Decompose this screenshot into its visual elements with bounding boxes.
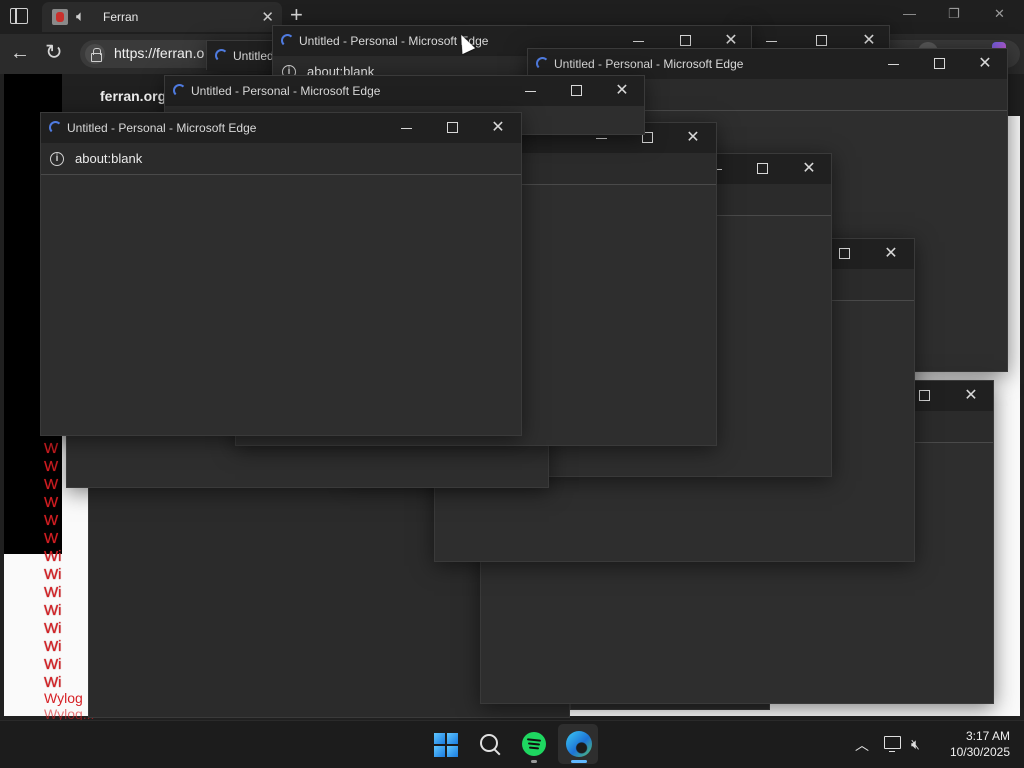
running-indicator <box>531 760 537 763</box>
popup-title: Untitled - Personal - Microsoft Edge <box>554 57 744 71</box>
close-icon[interactable]: ✕ <box>794 159 824 179</box>
minimize-icon[interactable] <box>391 118 421 138</box>
minimize-icon[interactable] <box>878 54 908 74</box>
close-icon[interactable]: ✕ <box>607 81 637 101</box>
close-icon[interactable]: ✕ <box>970 54 1000 74</box>
close-icon[interactable]: ✕ <box>994 6 1005 22</box>
chevron-up-icon[interactable]: ︿ <box>855 735 869 755</box>
list-item: Wi <box>44 638 62 655</box>
loading-spinner-icon <box>281 34 294 47</box>
tab-close-icon[interactable]: ✕ <box>261 8 274 26</box>
loading-spinner-icon <box>536 57 549 70</box>
volume-muted-icon[interactable]: 🔇︎ <box>911 736 920 753</box>
clock-date[interactable]: 10/30/2025 <box>935 745 1010 759</box>
clock-time[interactable]: 3:17 AM <box>950 729 1010 743</box>
close-icon[interactable]: ✕ <box>483 118 513 138</box>
log-text: Wylog <box>44 690 83 706</box>
maximize-icon[interactable] <box>924 54 954 74</box>
close-icon[interactable]: ✕ <box>956 386 986 406</box>
edge-icon[interactable] <box>566 731 592 757</box>
back-arrow-icon[interactable]: ← <box>10 42 30 65</box>
lock-icon[interactable] <box>85 44 105 64</box>
loading-spinner-icon <box>49 121 62 134</box>
maximize-icon[interactable] <box>437 118 467 138</box>
windows-start-icon[interactable] <box>434 733 458 757</box>
active-indicator <box>571 760 587 763</box>
loading-spinner-icon <box>173 84 186 97</box>
maximize-icon[interactable] <box>829 244 859 264</box>
popup-title-bar[interactable]: Untitled - Personal - Microsoft Edge ✕ <box>41 113 521 143</box>
popup-title: Untitled - Personal - Microsoft Edge <box>67 121 257 135</box>
spotify-icon[interactable] <box>522 732 546 756</box>
info-icon[interactable]: i <box>50 152 64 166</box>
favicon-icon <box>52 9 68 25</box>
list-item: Wi <box>44 584 62 601</box>
popup-body <box>41 176 521 435</box>
loading-spinner-icon <box>215 49 228 62</box>
list-item: Wi <box>44 566 62 583</box>
popup-address: about:blank <box>75 151 143 166</box>
popup-title: Untitled - Personal - Microsoft Edge <box>191 84 381 98</box>
network-icon[interactable] <box>884 736 901 752</box>
popup-window-front[interactable]: Untitled - Personal - Microsoft Edge ✕ i… <box>40 112 522 436</box>
tab-actions-icon[interactable] <box>10 8 28 24</box>
site-name[interactable]: ferran.org <box>100 88 166 104</box>
list-item: W <box>44 530 59 547</box>
taskbar <box>0 720 1024 768</box>
maximize-icon[interactable] <box>747 159 777 179</box>
close-icon[interactable]: ✕ <box>678 128 708 148</box>
close-icon[interactable]: ✕ <box>876 244 906 264</box>
popup-title-bar[interactable]: Untitled - Personal - Microsoft Edge ✕ <box>165 76 644 106</box>
popup-address-bar[interactable]: i about:blank <box>41 143 521 175</box>
list-item: Wi <box>44 602 62 619</box>
popup-title: Untitled <box>233 49 274 63</box>
refresh-icon[interactable]: ↻ <box>45 40 63 65</box>
url-text: https://ferran.o <box>114 45 205 61</box>
maximize-icon[interactable] <box>561 81 591 101</box>
restore-icon[interactable]: ❐ <box>948 6 960 22</box>
minimize-icon[interactable] <box>515 81 545 101</box>
list-item: Wi <box>44 548 62 565</box>
list-item: W <box>44 512 59 529</box>
list-item: W <box>44 494 59 511</box>
desktop-screen: 🔈︎ Ferran ✕ + — ❐ ✕ ← ↻ https://ferran.o… <box>0 0 1024 768</box>
list-item: Wi <box>44 656 62 673</box>
tab-ferran[interactable]: 🔈︎ Ferran ✕ <box>42 2 282 32</box>
minimize-icon[interactable]: — <box>903 6 916 21</box>
tab-title: Ferran <box>103 10 139 24</box>
search-icon[interactable] <box>478 732 502 756</box>
speaker-icon[interactable]: 🔈︎ <box>76 8 85 25</box>
list-item: Wi <box>44 620 62 637</box>
